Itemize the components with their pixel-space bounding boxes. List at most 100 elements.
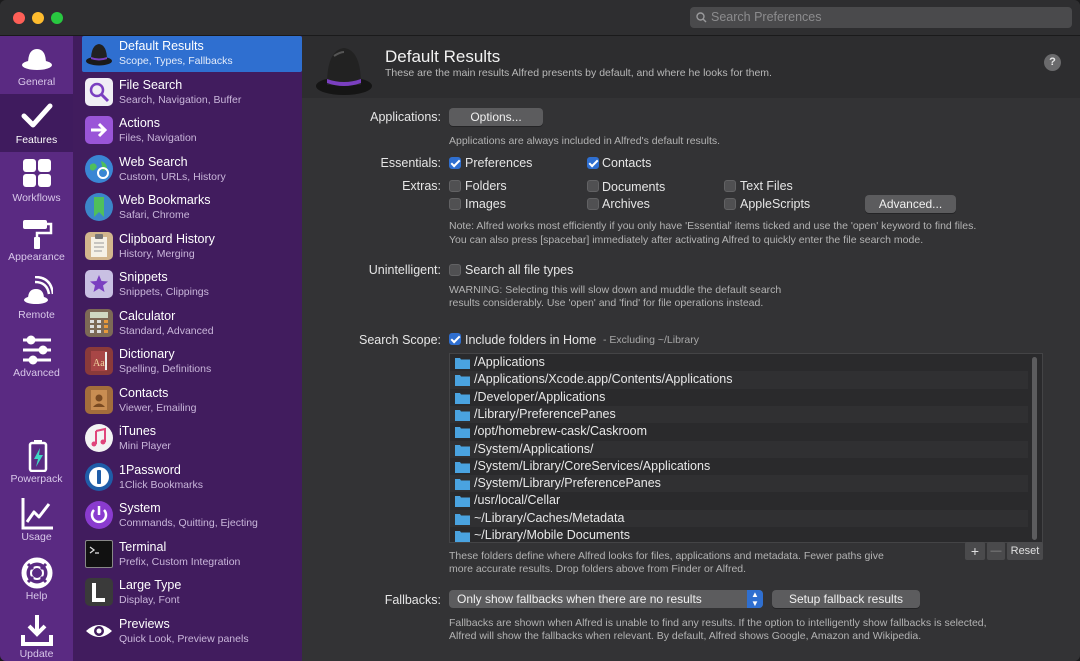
bookmark-icon	[85, 193, 113, 221]
feature-clipboard-history[interactable]: Clipboard History History, Merging	[82, 229, 302, 265]
fallbacks-select[interactable]: Only show fallbacks when there are no re…	[449, 590, 763, 608]
fallbacks-label: Fallbacks:	[384, 593, 441, 607]
folder-icon	[455, 479, 470, 491]
rail-label: Appearance	[8, 251, 65, 263]
scope-path: /System/Library/CoreServices/Application…	[474, 458, 711, 473]
scope-path-row[interactable]: ~/Library/Mobile Documents	[450, 527, 1028, 542]
rail-label: Remote	[18, 309, 55, 321]
text-files-checkbox[interactable]	[724, 180, 736, 192]
scope-path: /System/Library/PreferencePanes	[474, 476, 661, 491]
preferences-checkbox[interactable]	[449, 157, 461, 169]
scope-path-row[interactable]: /Developer/Applications	[450, 389, 1028, 406]
minimize-button[interactable]	[32, 12, 44, 24]
clipboard-icon	[85, 231, 113, 260]
rail-powerpack[interactable]: Powerpack	[0, 433, 73, 491]
rail-features[interactable]: Features	[0, 94, 73, 152]
rail-workflows[interactable]: Workflows	[0, 152, 73, 210]
feature-title: Calculator	[119, 308, 176, 323]
rail-appearance[interactable]: Appearance	[0, 211, 73, 269]
feature-large-type[interactable]: Large Type Display, Font	[82, 575, 302, 611]
feature-title: Contacts	[119, 385, 169, 400]
feature-dictionary[interactable]: Aa Dictionary Spelling, Definitions	[82, 344, 302, 380]
rail-update[interactable]: Update	[0, 608, 73, 661]
feature-file-search[interactable]: File Search Search, Navigation, Buffer	[82, 75, 302, 111]
power-icon	[85, 501, 113, 529]
rail-label: Workflows	[12, 192, 61, 204]
scope-path-row[interactable]: /System/Applications/	[450, 440, 1028, 458]
feature-system[interactable]: System Commands, Quitting, Ejecting	[82, 498, 302, 534]
options-button[interactable]: Options...	[449, 108, 543, 126]
rail-label: Usage	[21, 531, 52, 543]
scope-scrollbar[interactable]	[1032, 357, 1037, 540]
feature-1password[interactable]: 1Password 1Click Bookmarks	[82, 460, 302, 496]
folder-icon	[455, 409, 470, 421]
scope-path-row[interactable]: /Library/PreferencePanes	[450, 405, 1028, 424]
scope-path: /Applications/Xcode.app/Contents/Applica…	[474, 372, 733, 387]
contacts-checkbox[interactable]	[587, 157, 599, 169]
applications-note: Applications are always included in Alfr…	[449, 135, 721, 147]
feature-default-results[interactable]: Default Results Scope, Types, Fallbacks	[82, 36, 302, 72]
remove-folder-button[interactable]: —	[987, 542, 1005, 560]
feature-subtitle: Standard, Advanced	[119, 324, 214, 337]
remote-icon	[24, 276, 53, 304]
applescripts-checkbox[interactable]	[724, 198, 736, 210]
folders-checkbox[interactable]	[449, 180, 461, 192]
feature-web-bookmarks[interactable]: Web Bookmarks Safari, Chrome	[82, 190, 302, 226]
scope-path: /Developer/Applications	[474, 389, 606, 404]
1password-icon	[85, 462, 113, 491]
globe-search-icon	[85, 154, 113, 183]
chart-icon	[21, 498, 53, 530]
feature-calculator[interactable]: Calculator Standard, Advanced	[82, 306, 302, 342]
scope-path: /System/Applications/	[474, 441, 594, 456]
folder-icon	[455, 444, 470, 456]
scope-path-row[interactable]: /System/Library/CoreServices/Application…	[450, 458, 1028, 475]
close-button[interactable]	[13, 12, 25, 24]
scope-path-row[interactable]: /usr/local/Cellar	[450, 492, 1028, 509]
advanced-button[interactable]: Advanced...	[865, 195, 956, 213]
search-all-file-types-checkbox[interactable]	[449, 264, 461, 276]
rail-advanced[interactable]: Advanced	[0, 327, 73, 385]
scope-path-row[interactable]: ~/Library/Caches/Metadata	[450, 509, 1028, 527]
feature-title: Default Results	[119, 39, 204, 53]
rail-help[interactable]: Help	[0, 550, 73, 608]
rail-usage[interactable]: Usage	[0, 491, 73, 549]
setup-fallback-button[interactable]: Setup fallback results	[772, 590, 920, 608]
search-field[interactable]: Search Preferences	[690, 7, 1072, 28]
feature-previews[interactable]: Previews Quick Look, Preview panels	[82, 614, 302, 650]
archives-checkbox-label: Archives	[602, 197, 650, 211]
images-checkbox[interactable]	[449, 198, 461, 210]
feature-subtitle: Snippets, Clippings	[119, 286, 209, 298]
feature-actions[interactable]: Actions Files, Navigation	[82, 113, 302, 149]
scope-path-row[interactable]: /System/Library/PreferencePanes	[450, 475, 1028, 493]
preferences-checkbox-label: Preferences	[465, 156, 533, 170]
scope-note: more accurate results. Drop folders abov…	[449, 563, 747, 575]
search-all-file-types-label: Search all file types	[465, 263, 574, 277]
feature-itunes[interactable]: iTunes Mini Player	[82, 421, 302, 457]
scope-path-row[interactable]: /opt/homebrew-cask/Caskroom	[450, 423, 1028, 440]
rail-general[interactable]: General	[0, 36, 73, 94]
scope-path: /Library/PreferencePanes	[474, 406, 616, 421]
feature-snippets[interactable]: Snippets Snippets, Clippings	[82, 267, 302, 303]
include-home-checkbox[interactable]	[449, 333, 461, 345]
help-button[interactable]: ?	[1044, 54, 1061, 71]
actions-icon	[85, 116, 113, 144]
archives-checkbox[interactable]	[587, 198, 599, 210]
scope-path-row[interactable]: /Applications	[450, 354, 1028, 371]
battery-icon	[28, 440, 48, 472]
reset-button[interactable]: Reset	[1007, 542, 1043, 560]
search-scope-list[interactable]: /Applications /Applications/Xcode.app/Co…	[449, 353, 1043, 543]
add-folder-button[interactable]: +	[965, 542, 985, 560]
feature-title: Web Bookmarks	[119, 193, 211, 207]
applications-label: Applications:	[370, 110, 441, 124]
feature-subtitle: Prefix, Custom Integration	[119, 555, 241, 568]
feature-web-search[interactable]: Web Search Custom, URLs, History	[82, 152, 302, 188]
scope-path-row[interactable]: /Applications/Xcode.app/Contents/Applica…	[450, 371, 1028, 389]
hat-icon	[22, 49, 52, 70]
documents-checkbox-label: Documents	[602, 180, 666, 194]
feature-contacts[interactable]: Contacts Viewer, Emailing	[82, 383, 302, 419]
extras-note: You can also press [spacebar] immediatel…	[449, 234, 924, 246]
zoom-button[interactable]	[51, 12, 63, 24]
rail-remote[interactable]: Remote	[0, 269, 73, 327]
feature-terminal[interactable]: Terminal Prefix, Custom Integration	[82, 537, 302, 573]
documents-checkbox[interactable]	[587, 180, 599, 192]
